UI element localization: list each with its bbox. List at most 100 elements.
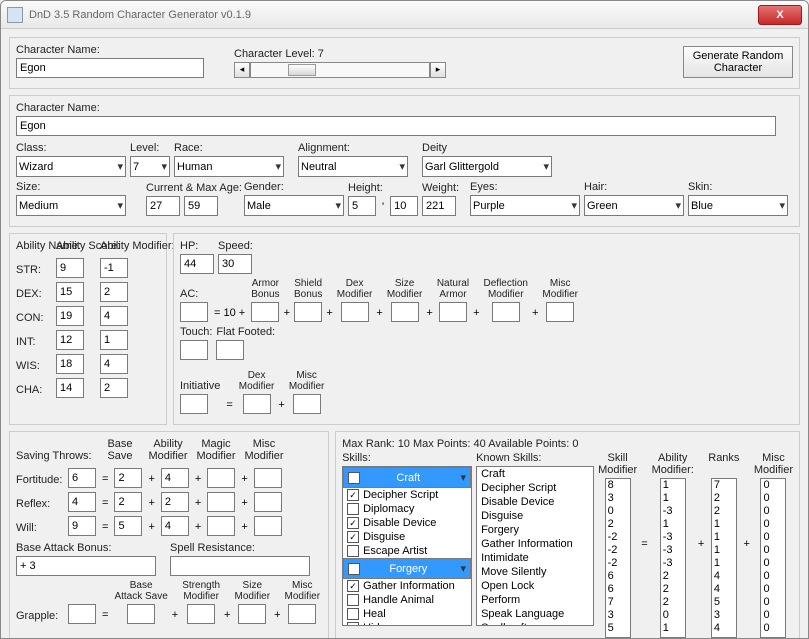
touch-input[interactable]	[180, 340, 208, 360]
grapple-col-input[interactable]	[187, 604, 215, 624]
modcol-list[interactable]: 8302-2-2-266735	[605, 478, 631, 638]
checkbox-icon[interactable]: ✓	[347, 580, 359, 592]
checkbox-icon[interactable]: ✓	[347, 531, 359, 543]
ac-col-input[interactable]	[391, 302, 419, 322]
hair-select[interactable]: Green	[584, 195, 684, 216]
ability-mod-input[interactable]	[100, 330, 128, 350]
ability-score-input[interactable]	[56, 258, 84, 278]
save-total[interactable]	[68, 492, 96, 512]
known-item[interactable]: Disable Device	[477, 495, 593, 509]
known-item[interactable]: Speak Language	[477, 607, 593, 621]
class-select[interactable]: Wizard	[16, 156, 126, 177]
ability-score-input[interactable]	[56, 282, 84, 302]
known-item[interactable]: Craft	[477, 467, 593, 481]
sr-input[interactable]	[170, 556, 310, 576]
save-magic[interactable]	[207, 516, 235, 536]
hp-input[interactable]	[180, 254, 214, 274]
ability-mod-input[interactable]	[100, 354, 128, 374]
race-select[interactable]: Human	[174, 156, 284, 177]
known-item[interactable]: Decipher Script	[477, 481, 593, 495]
speed-input[interactable]	[218, 254, 252, 274]
init-col-input[interactable]	[243, 394, 271, 414]
level-slider[interactable]: ◂ ▸	[234, 62, 454, 78]
bab-input[interactable]	[16, 556, 156, 576]
age-cur-input[interactable]	[146, 196, 180, 216]
deity-select[interactable]: Garl Glittergold	[422, 156, 552, 177]
ac-col-input[interactable]	[546, 302, 574, 322]
align-select[interactable]: Neutral	[298, 156, 408, 177]
save-magic[interactable]	[207, 468, 235, 488]
save-ability[interactable]	[161, 492, 189, 512]
checkbox-icon[interactable]: ✓	[347, 489, 359, 501]
known-listbox[interactable]: CraftDecipher ScriptDisable DeviceDisgui…	[476, 466, 594, 626]
save-base[interactable]	[114, 492, 142, 512]
known-item[interactable]: Disguise	[477, 509, 593, 523]
checkbox-icon[interactable]	[347, 503, 359, 515]
skill-item[interactable]: ✓Disguise	[343, 530, 471, 544]
modcol-list[interactable]: 722111144534	[711, 478, 737, 638]
known-item[interactable]: Spellcraft	[477, 621, 593, 625]
age-max-input[interactable]	[184, 196, 218, 216]
checkbox-icon[interactable]: ✓	[348, 472, 360, 484]
ability-score-input[interactable]	[56, 330, 84, 350]
slider-right-arrow[interactable]: ▸	[430, 62, 446, 78]
ability-score-input[interactable]	[56, 354, 84, 374]
char-name2-input[interactable]	[16, 116, 776, 136]
weight-input[interactable]	[422, 196, 456, 216]
ability-mod-input[interactable]	[100, 306, 128, 326]
skill-item[interactable]: Escape Artist	[343, 544, 471, 558]
save-base[interactable]	[114, 516, 142, 536]
ac-col-input[interactable]	[492, 302, 520, 322]
save-base[interactable]	[114, 468, 142, 488]
ac-col-input[interactable]	[294, 302, 322, 322]
modcol-list[interactable]: 000000000000	[760, 478, 786, 638]
ability-score-input[interactable]	[56, 306, 84, 326]
checkbox-icon[interactable]	[347, 622, 359, 625]
generate-button[interactable]: Generate Random Character	[683, 46, 793, 78]
known-item[interactable]: Forgery	[477, 523, 593, 537]
ability-mod-input[interactable]	[100, 258, 128, 278]
height-in-input[interactable]	[390, 196, 418, 216]
skill-item[interactable]: ✓Gather Information	[343, 579, 471, 593]
ac-col-input[interactable]	[439, 302, 467, 322]
save-total[interactable]	[68, 516, 96, 536]
ac-col-input[interactable]	[341, 302, 369, 322]
checkbox-icon[interactable]	[347, 608, 359, 620]
skill-item[interactable]: Handle Animal	[343, 593, 471, 607]
skill-item[interactable]: ✓Decipher Script	[343, 488, 471, 502]
slider-left-arrow[interactable]: ◂	[234, 62, 250, 78]
char-name-input[interactable]	[16, 58, 204, 78]
save-misc[interactable]	[254, 516, 282, 536]
skin-select[interactable]: Blue	[688, 195, 788, 216]
grapple-col-input[interactable]	[238, 604, 266, 624]
save-misc[interactable]	[254, 468, 282, 488]
known-item[interactable]: Move Silently	[477, 565, 593, 579]
height-ft-input[interactable]	[348, 196, 376, 216]
skill-item[interactable]: Heal	[343, 607, 471, 621]
checkbox-icon[interactable]	[347, 545, 359, 557]
eyes-select[interactable]: Purple	[470, 195, 580, 216]
known-item[interactable]: Open Lock	[477, 579, 593, 593]
ability-mod-input[interactable]	[100, 282, 128, 302]
skill-item[interactable]: Hide	[343, 621, 471, 625]
ability-score-input[interactable]	[56, 378, 84, 398]
checkbox-icon[interactable]	[347, 594, 359, 606]
known-item[interactable]: Intimidate	[477, 551, 593, 565]
save-magic[interactable]	[207, 492, 235, 512]
flatfoot-input[interactable]	[216, 340, 244, 360]
skill-item[interactable]: ✓Craft	[343, 467, 471, 488]
known-item[interactable]: Perform	[477, 593, 593, 607]
grapple-col-input[interactable]	[288, 604, 316, 624]
ac-input[interactable]	[180, 302, 208, 322]
close-button[interactable]: X	[758, 5, 802, 25]
skills-listbox[interactable]: ✓Craft ✓Decipher Script Diplomacy ✓Disab…	[342, 466, 472, 626]
size-select[interactable]: Medium	[16, 195, 126, 216]
save-ability[interactable]	[161, 468, 189, 488]
checkbox-icon[interactable]: ✓	[348, 563, 360, 575]
save-ability[interactable]	[161, 516, 189, 536]
grapple-col-input[interactable]	[127, 604, 155, 624]
skill-item[interactable]: ✓Forgery	[343, 558, 471, 579]
known-item[interactable]: Gather Information	[477, 537, 593, 551]
save-misc[interactable]	[254, 492, 282, 512]
skill-item[interactable]: ✓Disable Device	[343, 516, 471, 530]
